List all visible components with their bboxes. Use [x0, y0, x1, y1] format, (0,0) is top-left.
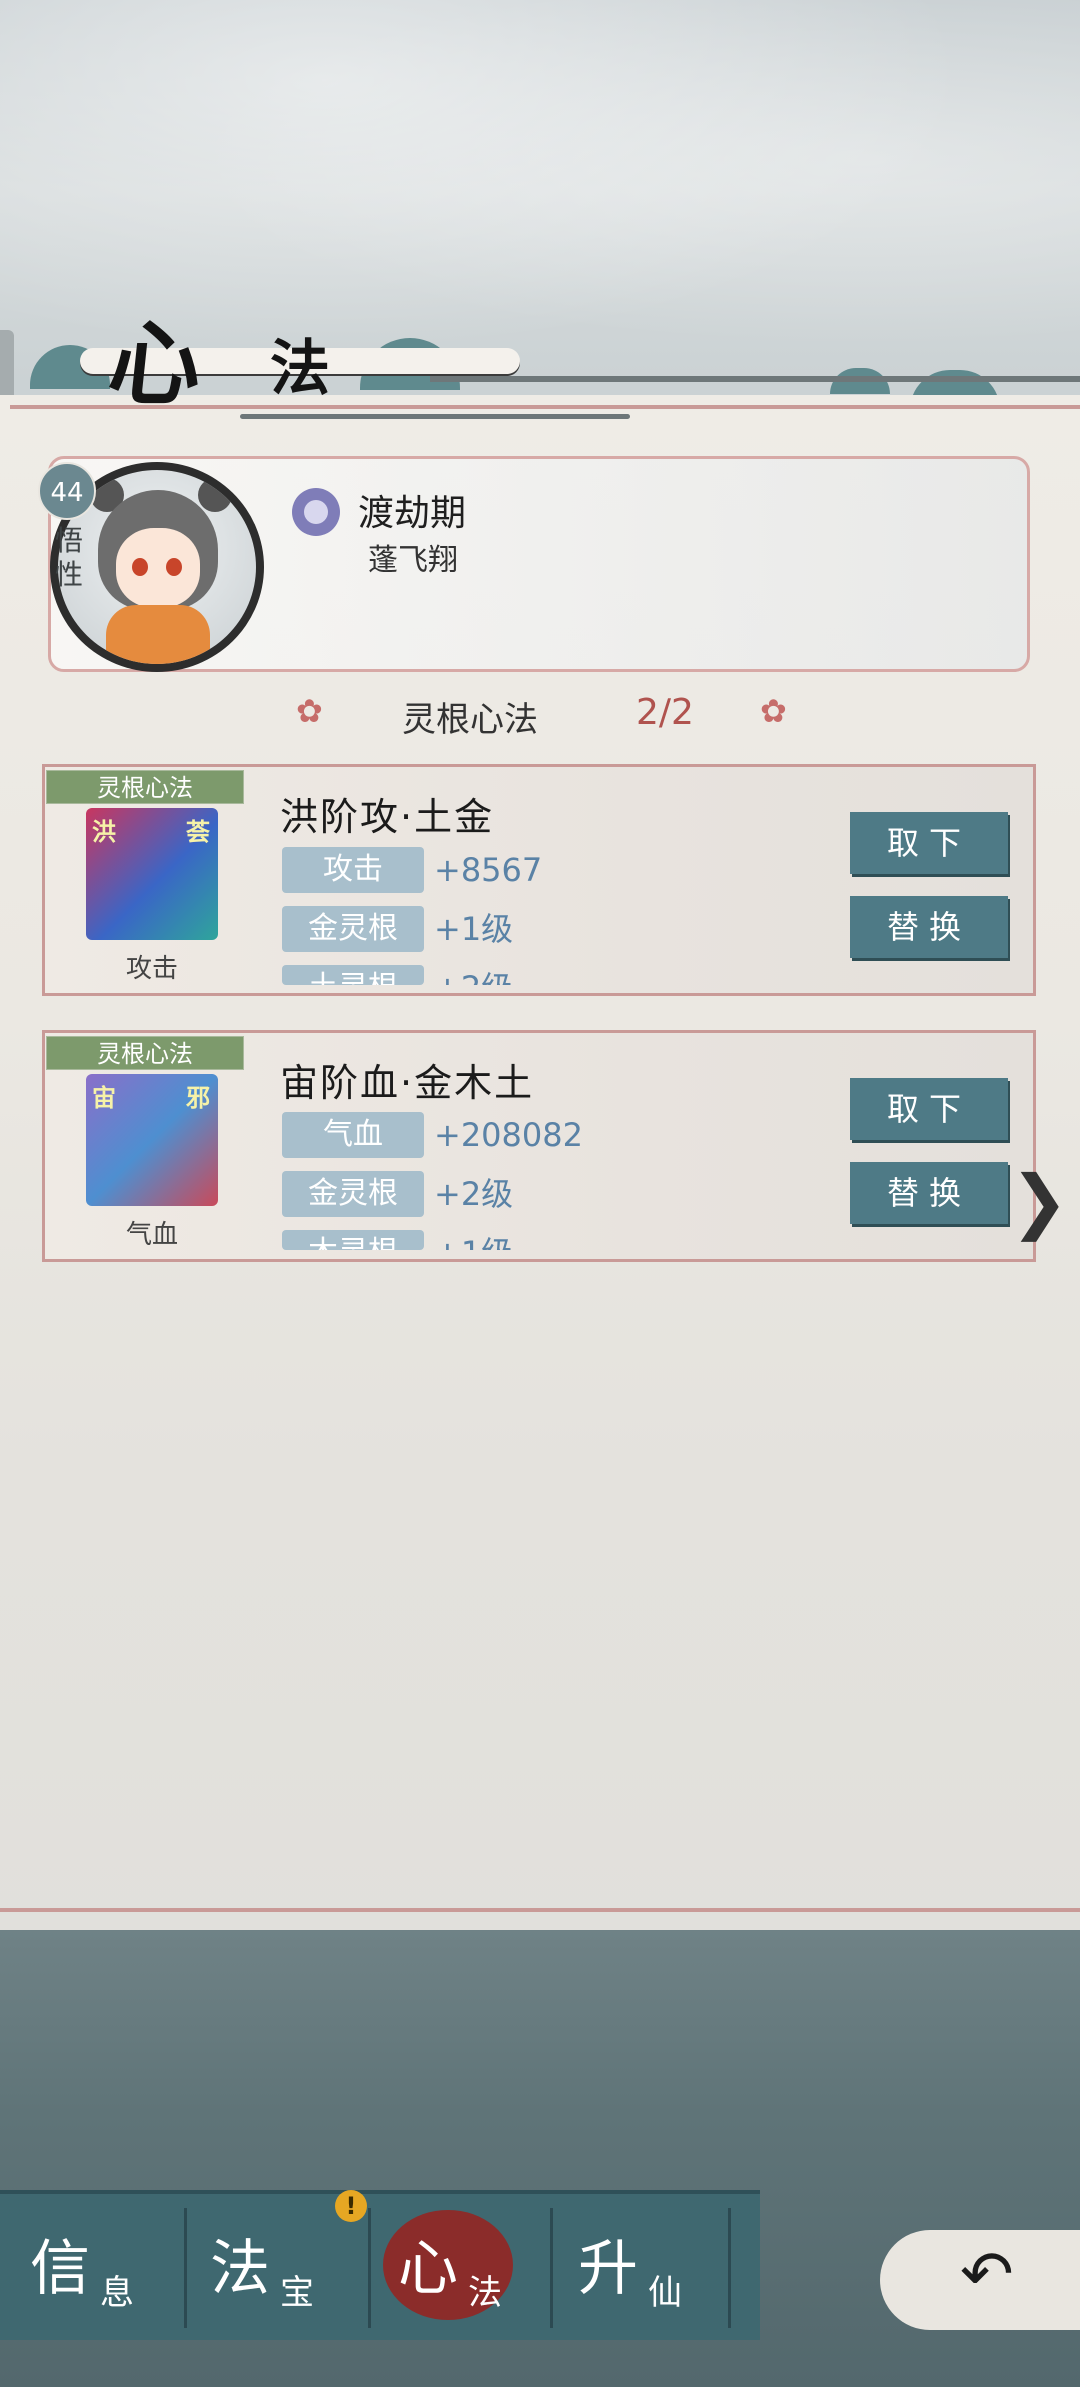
- avatar-face: [116, 528, 200, 608]
- card-icon-label: 攻击: [125, 954, 178, 984]
- stat-value: +2级: [434, 965, 513, 985]
- title-char-2: 法: [270, 334, 330, 404]
- replace-button[interactable]: 替换: [850, 896, 1008, 958]
- nav-label-small: 宝: [280, 2273, 314, 2313]
- flower-icon: ✿: [296, 692, 323, 730]
- icon-glyph: 邪: [186, 1083, 210, 1112]
- title-char-1: 心: [103, 310, 227, 418]
- nav-divider: [550, 2208, 553, 2328]
- level-badge: 44: [38, 462, 96, 520]
- stat-value: +1级: [434, 1230, 513, 1250]
- stat-label: 木灵根: [282, 1230, 424, 1250]
- wuxing-label: 悟 性: [54, 524, 83, 591]
- decor-line: [430, 376, 1080, 382]
- page-title: 心 法: [60, 290, 520, 420]
- card-title: 洪阶攻·土金: [280, 795, 495, 839]
- realm-title: 渡劫期: [358, 493, 467, 534]
- card-tag: 灵根心法: [46, 1036, 244, 1070]
- nav-divider: [728, 2208, 731, 2328]
- xinfa-book-icon[interactable]: 洪 荟: [86, 808, 218, 940]
- nav-label-big: 心: [398, 2234, 458, 2304]
- nav-label-big: 法: [210, 2234, 270, 2304]
- nav-label-small: 息: [100, 2273, 134, 2313]
- avatar-eye: [166, 558, 182, 576]
- remove-button[interactable]: 取下: [850, 812, 1008, 874]
- panel-border: [0, 1908, 1080, 1912]
- alert-badge: !: [335, 2190, 367, 2222]
- player-name: 蓬飞翔: [368, 543, 458, 578]
- flower-icon: ✿: [760, 692, 787, 730]
- card-title: 宙阶血·金木土: [280, 1061, 535, 1105]
- card-tag: 灵根心法: [46, 770, 244, 804]
- nav-label-big: 升: [578, 2234, 638, 2304]
- stat-value: +208082: [434, 1116, 583, 1154]
- nav-label-small: 法: [468, 2273, 502, 2313]
- section-count: 2/2: [636, 692, 694, 733]
- nav-treasure[interactable]: 法 宝: [200, 2220, 370, 2320]
- icon-glyph: 宙: [92, 1083, 116, 1112]
- chevron-right-icon[interactable]: ❯: [1010, 1160, 1069, 1242]
- stat-label: 攻击: [282, 847, 424, 893]
- remove-button[interactable]: 取下: [850, 1078, 1008, 1140]
- nav-xinfa[interactable]: 心 法: [388, 2220, 558, 2320]
- replace-button[interactable]: 替换: [850, 1162, 1008, 1224]
- nav-label-big: 信: [30, 2234, 90, 2304]
- card-icon-label: 气血: [125, 1220, 178, 1250]
- section-label: 灵根心法: [402, 700, 538, 740]
- stat-value: +2级: [434, 1175, 514, 1213]
- xinfa-book-icon[interactable]: 宙 邪: [86, 1074, 218, 1206]
- nav-info[interactable]: 信 息: [20, 2220, 190, 2320]
- stat-label: 金灵根: [282, 1171, 424, 1217]
- realm-icon: [292, 488, 340, 536]
- stat-label: 金灵根: [282, 906, 424, 952]
- avatar-bun: [198, 478, 232, 512]
- avatar-body: [106, 605, 210, 664]
- stat-value: +1级: [434, 910, 514, 948]
- back-icon: ↶: [960, 2238, 1014, 2312]
- icon-glyph: 荟: [186, 817, 210, 846]
- stat-value: +8567: [434, 851, 543, 889]
- nav-divider: [368, 2208, 371, 2328]
- nav-divider: [184, 2208, 187, 2328]
- nav-label-small: 仙: [648, 2273, 682, 2313]
- icon-glyph: 洪: [92, 817, 116, 846]
- stat-label: 气血: [282, 1112, 424, 1158]
- avatar-eye: [132, 558, 148, 576]
- nav-ascend[interactable]: 升 仙: [568, 2220, 738, 2320]
- stat-label: 土灵根: [282, 965, 424, 985]
